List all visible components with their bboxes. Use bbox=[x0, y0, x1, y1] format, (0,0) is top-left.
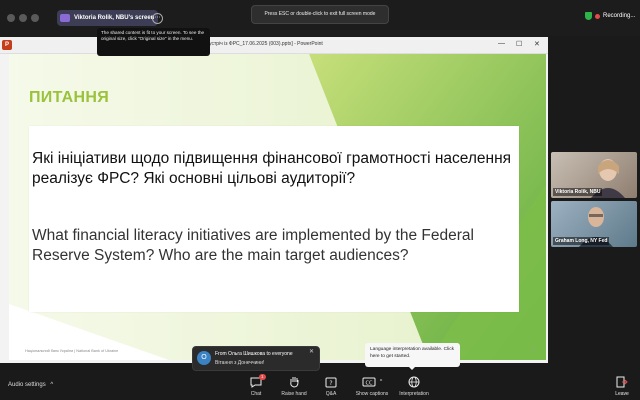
ppt-title-bar: P nt - [Зустріч із ФРС_17.06.2025 (003).… bbox=[0, 37, 548, 54]
ppt-maximize-button[interactable]: ☐ bbox=[516, 40, 522, 48]
screen-share-label: Viktoria Rolik, NBU's screen bbox=[74, 15, 155, 21]
shared-powerpoint-window: P nt - [Зустріч із ФРС_17.06.2025 (003).… bbox=[0, 37, 548, 363]
window-minimize-dot[interactable] bbox=[19, 14, 27, 22]
hand-icon bbox=[290, 377, 299, 388]
slide-content-box: Які ініціативи щодо підвищення фінансово… bbox=[29, 126, 519, 312]
participant-video-viktoria[interactable]: Viktoria Rolik, NBU bbox=[551, 152, 637, 198]
chevron-up-icon[interactable]: ^ bbox=[380, 379, 382, 385]
tooltip-arrow bbox=[408, 366, 416, 370]
svg-text:CC: CC bbox=[365, 381, 372, 387]
participant-name: Viktoria Rolik, NBU bbox=[553, 188, 603, 196]
qa-label: Q&A bbox=[325, 391, 337, 397]
chat-notification[interactable]: О From Ольга Шишкова to everyone Вітання… bbox=[192, 346, 320, 371]
question-english: What financial literacy initiatives are … bbox=[32, 227, 474, 264]
screen-share-indicator[interactable]: Viktoria Rolik, NBU's screen bbox=[57, 10, 159, 26]
chat-message: Вітання з Донеччини! bbox=[215, 360, 265, 366]
captions-icon: CC bbox=[362, 377, 376, 387]
screen-share-icon bbox=[60, 14, 70, 22]
leave-button[interactable]: Leave bbox=[608, 376, 636, 397]
recording-indicator[interactable]: Recording... bbox=[585, 12, 635, 20]
close-icon[interactable]: ✕ bbox=[309, 348, 314, 355]
show-captions-label: Show captions bbox=[355, 391, 389, 397]
chevron-up-icon: ^ bbox=[50, 382, 54, 388]
leave-label: Leave bbox=[615, 391, 629, 397]
question-ukrainian: Які ініціативи щодо підвищення фінансово… bbox=[32, 150, 512, 187]
view-options-icon[interactable]: ⋯ bbox=[152, 13, 163, 24]
qa-icon: ? bbox=[325, 377, 337, 387]
participant-video-graham[interactable]: Graham Long, NY Fed bbox=[551, 201, 637, 247]
interpretation-label: Interpretation bbox=[399, 391, 429, 397]
interpretation-button[interactable]: Interpretation bbox=[392, 376, 436, 397]
participant-name: Graham Long, NY Fed bbox=[553, 237, 610, 245]
globe-icon bbox=[408, 376, 420, 388]
qa-button[interactable]: ? Q&A bbox=[309, 376, 353, 397]
powerpoint-logo-icon: P bbox=[2, 40, 12, 50]
top-bar: Viktoria Rolik, NBU's screen ⋯ Press ESC… bbox=[0, 0, 640, 36]
recording-dot-icon bbox=[595, 13, 600, 19]
window-close-dot[interactable] bbox=[7, 14, 15, 22]
security-shield-icon bbox=[585, 12, 592, 20]
fit-to-screen-tooltip: The shared content is fit to your screen… bbox=[97, 28, 210, 56]
ppt-minimize-button[interactable]: — bbox=[498, 40, 505, 47]
interpretation-tooltip[interactable]: Language interpretation available. Click… bbox=[365, 343, 460, 367]
leave-icon bbox=[616, 376, 628, 388]
sender-avatar: О bbox=[197, 351, 211, 365]
recording-label: Recording... bbox=[603, 13, 636, 19]
show-captions-button[interactable]: CC ^ Show captions bbox=[350, 376, 394, 397]
svg-text:?: ? bbox=[329, 380, 332, 387]
audio-settings-label: Audio settings bbox=[8, 382, 46, 388]
window-zoom-dot[interactable] bbox=[31, 14, 39, 22]
slide-page-number: 4 bbox=[532, 347, 535, 352]
fullscreen-exit-hint: Press ESC or double-click to exit full s… bbox=[251, 5, 389, 24]
slide-title: ПИТАННЯ bbox=[29, 89, 110, 106]
ppt-close-button[interactable]: ✕ bbox=[534, 40, 540, 48]
ppt-window-caption: nt - [Зустріч із ФРС_17.06.2025 (003).pp… bbox=[196, 41, 323, 47]
chat-badge: 1 bbox=[259, 374, 266, 380]
slide: ПИТАННЯ Які ініціативи щодо підвищення ф… bbox=[9, 54, 546, 360]
slide-footer: Національний банк України | National Ban… bbox=[25, 349, 119, 353]
audio-settings-button[interactable]: Audio settings ^ bbox=[8, 382, 53, 388]
chat-sender: From Ольга Шишкова to everyone bbox=[215, 351, 293, 357]
